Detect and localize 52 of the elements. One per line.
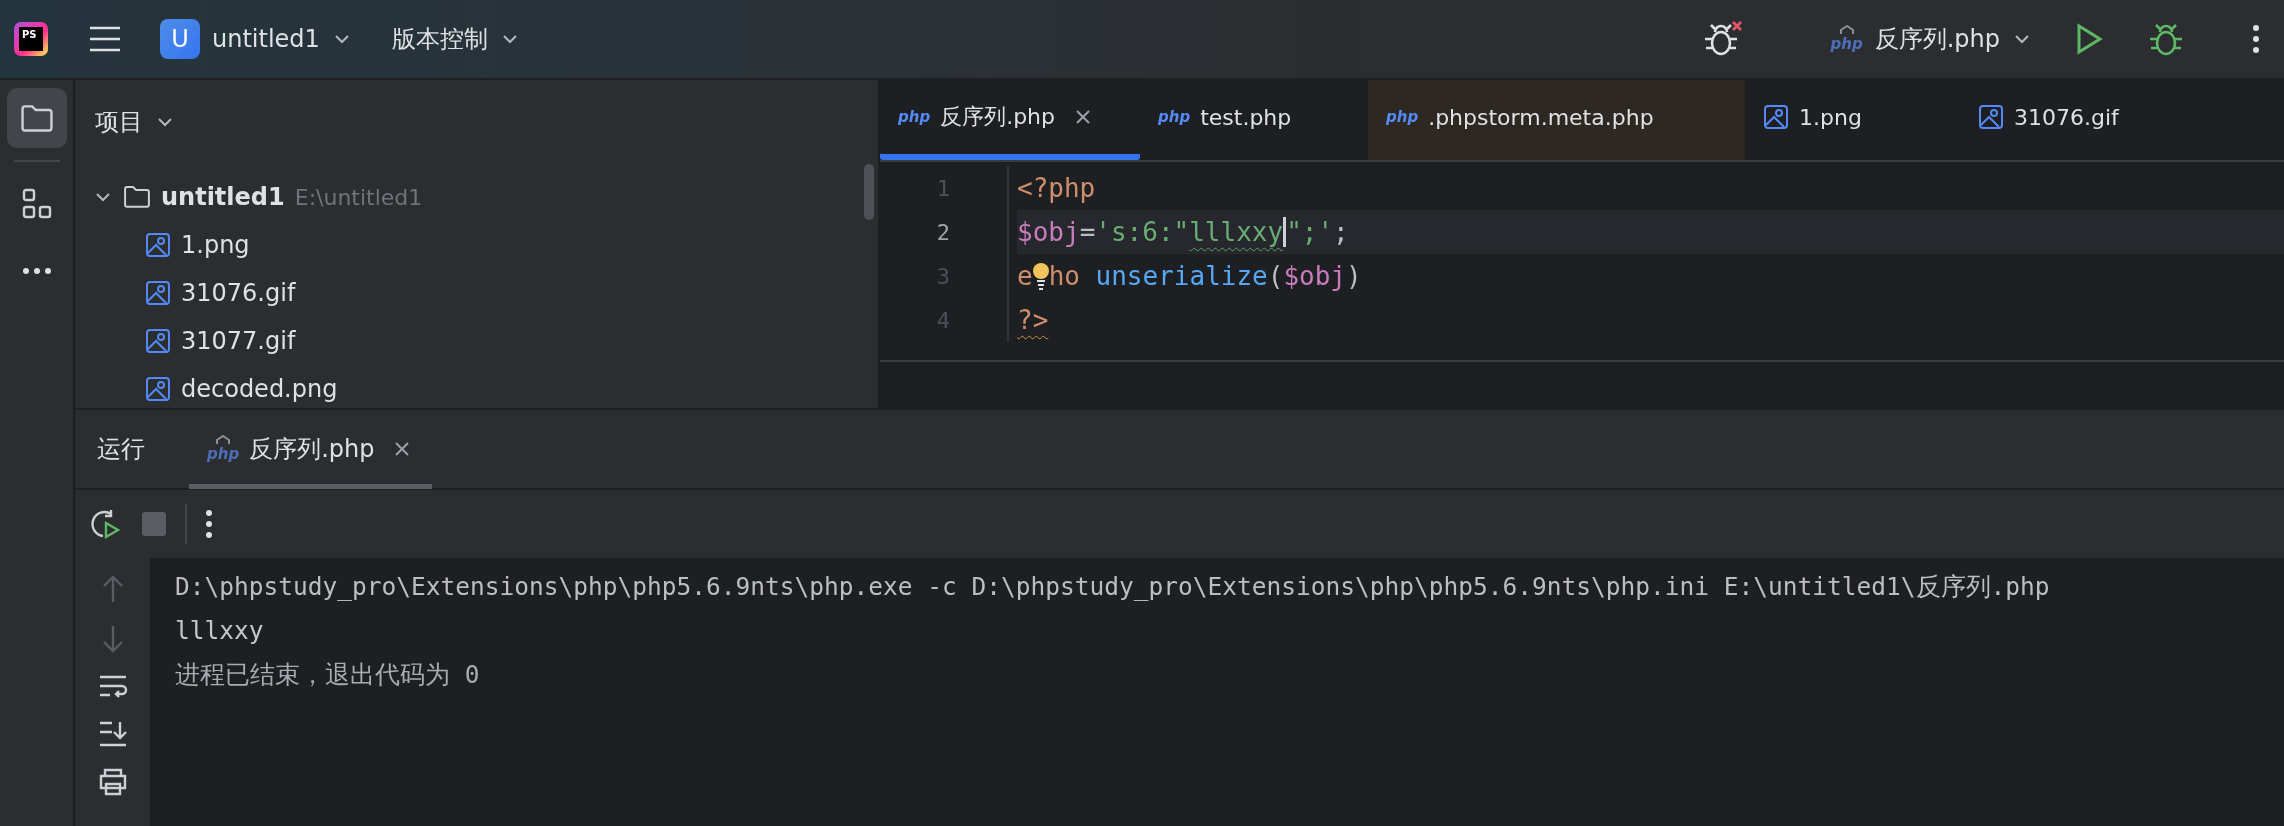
more-icon [205, 509, 213, 539]
scroll-to-end-icon [97, 720, 128, 748]
panel-title: 运行 [97, 434, 145, 465]
wrap-icon [97, 674, 128, 700]
more-icon [2252, 24, 2260, 54]
scrollbar[interactable] [864, 164, 874, 220]
run-configuration[interactable]: php 反序列.php [1822, 17, 2040, 61]
rerun-icon [89, 508, 121, 540]
tree-item[interactable]: 31076.gif [75, 269, 878, 317]
app-logo: PS [14, 22, 48, 56]
more-icon [21, 267, 52, 275]
editor-tab[interactable]: php test.php [1140, 80, 1368, 160]
editor-tab[interactable]: 1.png [1745, 80, 1960, 160]
text-cursor [1283, 217, 1287, 247]
tree-item[interactable]: 31077.gif [75, 317, 878, 365]
console-output: lllxxy [175, 614, 265, 647]
project-selector[interactable]: U untitled1 [152, 13, 360, 65]
project-view-selector[interactable]: 项目 [91, 102, 179, 142]
tree-item[interactable]: untitled1 E:\untitled1 [75, 173, 878, 221]
folder-icon [123, 185, 151, 209]
image-file-icon [145, 232, 171, 258]
editor-tab[interactable]: php .phpstorm.meta.php [1368, 80, 1745, 160]
editor-tab[interactable]: 31076.gif [1960, 80, 2220, 160]
project-tool-button[interactable] [6, 88, 67, 148]
exit-message: 进程已结束，退出代码为 0 [175, 658, 481, 691]
structure-icon [20, 187, 53, 221]
image-file-icon [1763, 104, 1789, 130]
printer-icon [97, 768, 128, 796]
code-line: e ho unserialize($obj) [1017, 260, 1363, 293]
editor-tab[interactable]: php 反序列.php [880, 80, 1140, 160]
menu-icon [88, 25, 122, 53]
stop-icon [141, 511, 167, 537]
code-line: <?php [1017, 172, 1097, 205]
code-line: ?> [1017, 304, 1050, 337]
php-file-icon: php [1158, 108, 1191, 126]
image-file-icon [145, 280, 171, 306]
image-file-icon [1978, 104, 2004, 130]
vcs-menu[interactable]: 版本控制 [383, 17, 528, 61]
tree-item[interactable]: 1.png [75, 221, 878, 269]
line-number: 2 [935, 218, 950, 247]
project-badge: U [160, 19, 200, 59]
close-icon [394, 441, 411, 457]
down-arrow-icon [100, 624, 125, 654]
lightbulb-icon[interactable] [1032, 261, 1049, 291]
image-file-icon [145, 328, 171, 354]
command-line: D:\phpstudy_pro\Extensions\php\php5.6.9nts\php.exe -c D:\phpstudy_pro\Extensions\php\php5.6.9nts\php.ini E:\untitled1\反序列.php [175, 570, 2051, 603]
php-file-icon: php [1386, 108, 1419, 126]
php-file-icon: php [898, 108, 931, 126]
folder-icon [19, 103, 54, 133]
close-icon [1075, 109, 1092, 125]
image-file-icon [145, 376, 171, 402]
path-hint: E:\untitled1 [294, 184, 423, 210]
